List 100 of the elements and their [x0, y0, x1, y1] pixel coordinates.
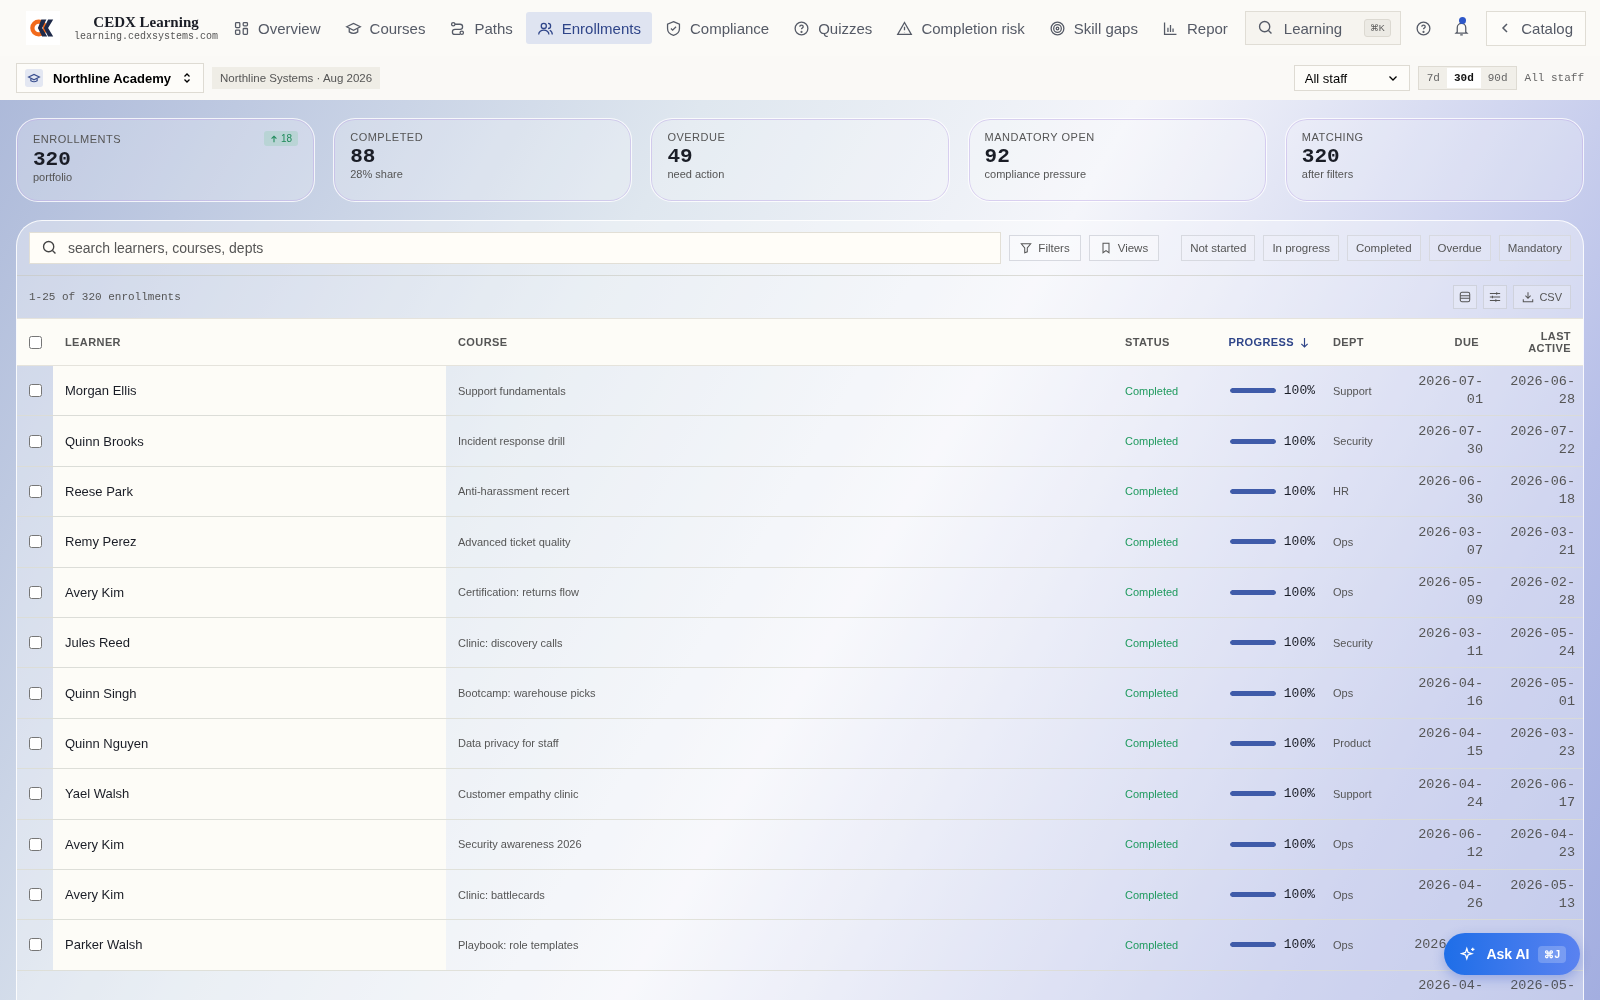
audience-select[interactable]: All staff	[1293, 65, 1410, 91]
row-checkbox[interactable]	[28, 636, 42, 650]
filters-button[interactable]: Filters	[1009, 235, 1081, 261]
nav-tab[interactable]: Courses	[333, 12, 437, 44]
progress-value: 100%	[1283, 937, 1315, 953]
row-checkbox[interactable]	[28, 787, 42, 801]
workspace-select[interactable]: Northline Academy	[16, 63, 204, 93]
learner-name: Quinn Brooks	[65, 433, 144, 449]
stat-caption: after filters	[1301, 168, 1355, 180]
row-checkbox[interactable]	[28, 888, 42, 902]
last-active-date: 2026-05-13	[1509, 876, 1575, 913]
column-header[interactable]: STATUS	[1125, 336, 1170, 348]
row-checkbox[interactable]	[28, 837, 42, 851]
row-checkbox[interactable]	[28, 535, 42, 549]
due-date: 2026-04-16	[1417, 675, 1483, 712]
stat-caption: portfolio	[33, 171, 74, 183]
progress-value: 100%	[1283, 836, 1315, 852]
column-header[interactable]: COURSE	[458, 336, 508, 348]
progress-value: 100%	[1283, 584, 1315, 600]
catalog-button[interactable]: Catalog	[1486, 10, 1586, 46]
row-checkbox[interactable]	[28, 585, 42, 599]
filter-chip[interactable]: Not started	[1181, 235, 1256, 261]
row-checkbox[interactable]	[28, 736, 42, 750]
last-active-date: 2026-06-17	[1509, 775, 1575, 812]
department: HR	[1333, 485, 1349, 498]
due-date: 2026-03-11	[1417, 624, 1483, 661]
select-all-checkbox[interactable]	[28, 335, 42, 349]
status-label: Completed	[1125, 586, 1179, 599]
filter-chip[interactable]: In progress	[1263, 235, 1339, 261]
nav-icon	[1048, 19, 1066, 37]
filter-chip[interactable]: Completed	[1346, 235, 1421, 261]
sliders-icon	[1489, 291, 1502, 303]
department: Ops	[1333, 586, 1354, 599]
due-date: 2026-04-15	[1417, 725, 1483, 762]
last-active-date: 2026-05-	[1509, 976, 1575, 995]
help-icon	[1415, 19, 1433, 37]
views-button[interactable]: Views	[1088, 235, 1160, 261]
nav-tab[interactable]: Skill gaps	[1037, 12, 1149, 44]
column-header[interactable]: LAST ACTIVE	[1503, 330, 1571, 354]
nav-tab[interactable]: Completion risk	[885, 12, 1036, 44]
brand-name: CEDX Learning	[93, 14, 199, 31]
department: Ops	[1333, 888, 1354, 901]
row-checkbox[interactable]	[28, 686, 42, 700]
filter-chip[interactable]: Overdue	[1428, 235, 1491, 261]
learner-name: Avery Kim	[65, 584, 124, 600]
nav-icon	[793, 19, 811, 37]
stat-caption: compliance pressure	[984, 168, 1088, 180]
progress-value: 100%	[1283, 786, 1315, 802]
department: Product	[1333, 737, 1371, 750]
nav-tab[interactable]: Compliance	[653, 12, 781, 44]
status-label: Completed	[1125, 384, 1179, 397]
course-name: Bootcamp: warehouse picks	[458, 687, 596, 700]
range-option[interactable]: 30d	[1446, 68, 1481, 88]
progress-value: 100%	[1283, 887, 1315, 903]
table-search-field[interactable]: search learners, courses, depts	[29, 232, 1002, 264]
funnel-icon	[1020, 242, 1033, 254]
cap-icon	[25, 69, 43, 87]
bookmark-icon	[1099, 242, 1112, 254]
arrow-up-icon	[270, 134, 279, 143]
due-date: 2026-03-07	[1417, 523, 1483, 560]
row-checkbox[interactable]	[28, 434, 42, 448]
department: Ops	[1333, 687, 1354, 700]
nav-tab[interactable]: Overview	[222, 12, 332, 44]
department: Ops	[1333, 535, 1354, 548]
column-header[interactable]: LEARNER	[65, 336, 121, 348]
context-label: Northline Systems · Aug 2026	[212, 67, 381, 89]
last-active-date: 2026-05-01	[1509, 675, 1575, 712]
row-checkbox[interactable]	[28, 384, 42, 398]
stat-value: 88	[350, 145, 377, 168]
range-option[interactable]: 90d	[1480, 68, 1515, 88]
course-name: Customer empathy clinic	[458, 787, 579, 800]
status-label: Completed	[1125, 888, 1179, 901]
nav-tab[interactable]: Paths	[438, 12, 524, 44]
delta-badge: 18	[264, 131, 299, 146]
row-checkbox[interactable]	[28, 938, 42, 952]
learner-name: Avery Kim	[65, 887, 124, 903]
nav-tab[interactable]: Repor	[1150, 12, 1239, 44]
result-count: 1-25 of 320 enrollments	[29, 291, 181, 303]
course-name: Playbook: role templates	[458, 939, 579, 951]
department: Support	[1333, 787, 1372, 800]
nav-tab[interactable]: Quizzes	[782, 12, 884, 44]
progress-value: 100%	[1283, 735, 1315, 751]
column-header[interactable]: PROGRESS	[1228, 336, 1294, 348]
csv-button[interactable]: CSV	[1513, 285, 1571, 309]
density-button[interactable]	[1453, 285, 1478, 309]
progress-value: 100%	[1283, 534, 1315, 550]
status-label: Completed	[1125, 838, 1179, 851]
sort-down-icon	[1300, 336, 1309, 348]
column-header[interactable]: DUE	[1454, 336, 1479, 348]
columns-button[interactable]	[1483, 285, 1508, 309]
status-label: Completed	[1125, 939, 1179, 951]
status-label: Completed	[1125, 435, 1179, 448]
range-option[interactable]: 7d	[1419, 68, 1447, 88]
nav-tab[interactable]: Enrollments	[525, 12, 652, 44]
last-active-date: 2026-02-28	[1509, 574, 1575, 611]
last-active-date: 2026-03-21	[1509, 523, 1575, 560]
row-checkbox[interactable]	[28, 484, 42, 498]
department: Security	[1333, 435, 1373, 448]
filter-chip[interactable]: Mandatory	[1498, 235, 1571, 261]
column-header[interactable]: DEPT	[1333, 336, 1364, 348]
